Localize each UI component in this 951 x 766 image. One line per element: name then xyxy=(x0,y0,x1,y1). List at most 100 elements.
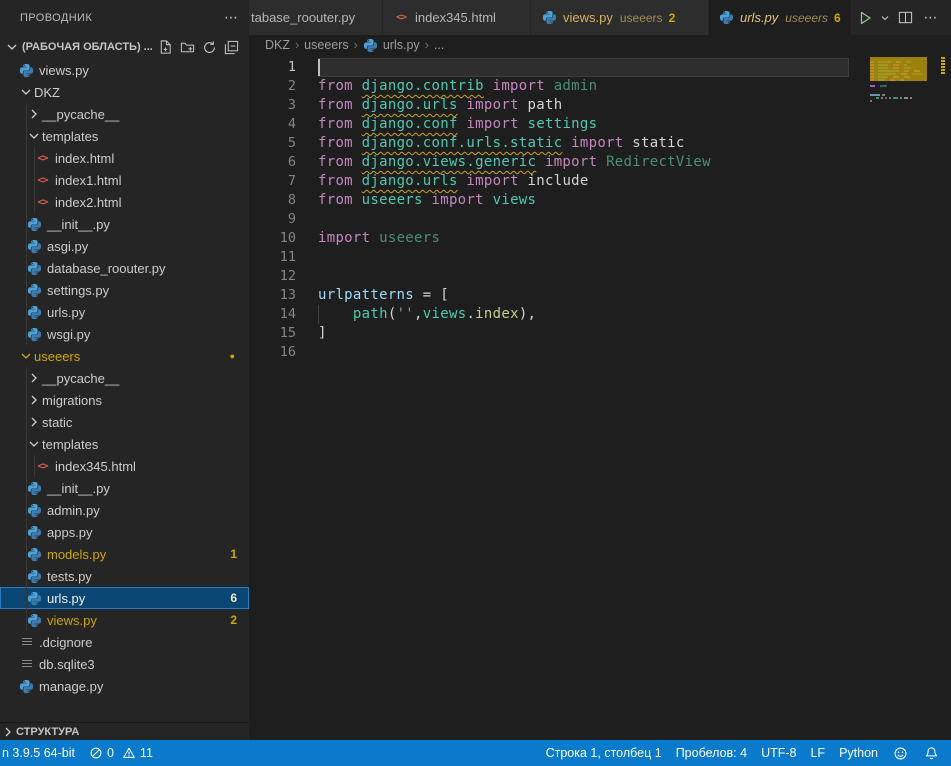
notifications-bell-icon[interactable] xyxy=(916,740,951,766)
chevron-down-icon xyxy=(18,348,34,364)
tree-folder-templates[interactable]: templates xyxy=(0,433,249,455)
refresh-icon[interactable] xyxy=(199,37,219,57)
tree-file-tests.py[interactable]: tests.py xyxy=(0,565,249,587)
tab-tabase_roouter.py[interactable]: tabase_roouter.py xyxy=(249,0,383,35)
python-file-icon xyxy=(26,326,43,342)
encoding-status[interactable]: UTF-8 xyxy=(754,740,803,766)
html-file-icon: <> xyxy=(393,12,409,23)
explorer-more-icon[interactable]: ⋯ xyxy=(224,9,239,26)
problems-badge: 6 xyxy=(230,591,249,605)
code-line-6[interactable]: 6from django.views.generic import Redire… xyxy=(249,153,861,172)
code-line-13[interactable]: 13urlpatterns = [ xyxy=(249,286,861,305)
python-interpreter-status[interactable]: n 3.9.5 64-bit xyxy=(0,740,82,766)
minimap[interactable] xyxy=(870,57,940,105)
tree-file-wsgi.py[interactable]: wsgi.py xyxy=(0,323,249,345)
new-folder-icon[interactable] xyxy=(177,37,197,57)
code-line-3[interactable]: 3from django.urls import path xyxy=(249,96,861,115)
python-file-icon xyxy=(541,10,557,25)
warning-icon xyxy=(122,746,136,760)
python-file-icon xyxy=(26,238,43,254)
tab-problems-badge: 6 xyxy=(834,11,841,25)
workspace-section-header[interactable]: (РАБОЧАЯ ОБЛАСТЬ) ... xyxy=(0,35,249,59)
tree-folder-DKZ[interactable]: DKZ xyxy=(0,81,249,103)
explorer-title-row: ПРОВОДНИК ⋯ xyxy=(0,0,249,35)
python-file-icon xyxy=(26,546,43,562)
tree-folder-templates[interactable]: templates xyxy=(0,125,249,147)
line-number: 5 xyxy=(249,134,296,153)
code-line-1[interactable]: 1 xyxy=(249,58,861,77)
run-dropdown-icon[interactable] xyxy=(878,6,892,30)
indentation-status[interactable]: Пробелов: 4 xyxy=(669,740,754,766)
code-line-10[interactable]: 10import useeers xyxy=(249,229,861,248)
code-line-16[interactable]: 16 xyxy=(249,343,861,362)
line-number: 11 xyxy=(249,248,296,267)
code-line-2[interactable]: 2from django.contrib import admin xyxy=(249,77,861,96)
code-line-11[interactable]: 11 xyxy=(249,248,861,267)
tree-file-index345.html[interactable]: <>index345.html xyxy=(0,455,249,477)
tree-folder-__pycache__[interactable]: __pycache__ xyxy=(0,103,249,125)
tab-views.py[interactable]: views.pyuseeers2 xyxy=(531,0,709,35)
breadcrumb-item-file[interactable]: urls.py xyxy=(383,38,420,52)
code-line-15[interactable]: 15] xyxy=(249,324,861,343)
editor-actions: ⋯ xyxy=(852,0,951,35)
code-line-7[interactable]: 7from django.urls import include xyxy=(249,172,861,191)
tree-folder-useeers[interactable]: useeers● xyxy=(0,345,249,367)
problems-status[interactable]: 0 11 xyxy=(82,740,160,766)
eol-status[interactable]: LF xyxy=(803,740,832,766)
tree-file-models.py[interactable]: models.py1 xyxy=(0,543,249,565)
tree-file-asgi.py[interactable]: asgi.py xyxy=(0,235,249,257)
breadcrumb-separator: › xyxy=(354,38,358,52)
tree-file-urls.py[interactable]: urls.py xyxy=(0,301,249,323)
tab-problems-badge: 2 xyxy=(669,11,676,25)
cursor-position-status[interactable]: Строка 1, столбец 1 xyxy=(539,740,669,766)
chevron-right-icon xyxy=(0,724,16,740)
tree-file-index1.html[interactable]: <>index1.html xyxy=(0,169,249,191)
tree-file-index2.html[interactable]: <>index2.html xyxy=(0,191,249,213)
tree-file-settings.py[interactable]: settings.py xyxy=(0,279,249,301)
tree-file-__init__.py[interactable]: __init__.py xyxy=(0,477,249,499)
generic-file-icon xyxy=(18,656,35,672)
tree-file-database_roouter.py[interactable]: database_roouter.py xyxy=(0,257,249,279)
tree-file-urls.py[interactable]: urls.py6 xyxy=(0,587,249,609)
tree-file-apps.py[interactable]: apps.py xyxy=(0,521,249,543)
code-line-9[interactable]: 9 xyxy=(249,210,861,229)
language-mode-status[interactable]: Python xyxy=(832,740,885,766)
code-line-12[interactable]: 12 xyxy=(249,267,861,286)
html-file-icon: <> xyxy=(34,150,51,166)
tree-folder-migrations[interactable]: migrations xyxy=(0,389,249,411)
outline-section-header[interactable]: СТРУКТУРА xyxy=(0,722,249,740)
split-editor-icon[interactable] xyxy=(892,6,918,30)
python-file-icon xyxy=(26,304,43,320)
tree-file-__init__.py[interactable]: __init__.py xyxy=(0,213,249,235)
tree-file-admin.py[interactable]: admin.py xyxy=(0,499,249,521)
code-line-4[interactable]: 4from django.conf import settings xyxy=(249,115,861,134)
code-line-14[interactable]: 14 path('',views.index), xyxy=(249,305,861,324)
tree-file-views.py[interactable]: views.py xyxy=(0,59,249,81)
line-number: 9 xyxy=(249,210,296,229)
tab-index345.html[interactable]: <>index345.html xyxy=(383,0,531,35)
breadcrumb-item-DKZ[interactable]: DKZ xyxy=(265,38,290,52)
tree-file-manage.py[interactable]: manage.py xyxy=(0,675,249,697)
breadcrumb-symbol-tail[interactable]: ... xyxy=(434,38,444,52)
breadcrumb-item-useeers[interactable]: useeers xyxy=(304,38,348,52)
feedback-icon[interactable] xyxy=(885,740,916,766)
new-file-icon[interactable] xyxy=(155,37,175,57)
tree-folder-__pycache__[interactable]: __pycache__ xyxy=(0,367,249,389)
tree-file-db.sqlite3[interactable]: db.sqlite3 xyxy=(0,653,249,675)
python-file-icon xyxy=(26,524,43,540)
tree-file-views.py[interactable]: views.py2 xyxy=(0,609,249,631)
tree-folder-static[interactable]: static xyxy=(0,411,249,433)
code-line-5[interactable]: 5from django.conf.urls.static import sta… xyxy=(249,134,861,153)
chevron-down-icon xyxy=(26,128,42,144)
more-actions-icon[interactable]: ⋯ xyxy=(918,6,944,30)
breadcrumb: DKZ›useeers›urls.py›... xyxy=(249,35,951,55)
code-lines: 12from django.contrib import admin3from … xyxy=(249,58,861,362)
collapse-all-icon[interactable] xyxy=(221,37,241,57)
tree-file-.dcignore[interactable]: .dcignore xyxy=(0,631,249,653)
line-number: 10 xyxy=(249,229,296,248)
code-line-8[interactable]: 8from useeers import views xyxy=(249,191,861,210)
tree-file-index.html[interactable]: <>index.html xyxy=(0,147,249,169)
run-icon[interactable] xyxy=(852,6,878,30)
tab-urls.py[interactable]: urls.pyuseeers6× xyxy=(709,0,852,35)
code-editor[interactable]: 12from django.contrib import admin3from … xyxy=(249,55,951,740)
